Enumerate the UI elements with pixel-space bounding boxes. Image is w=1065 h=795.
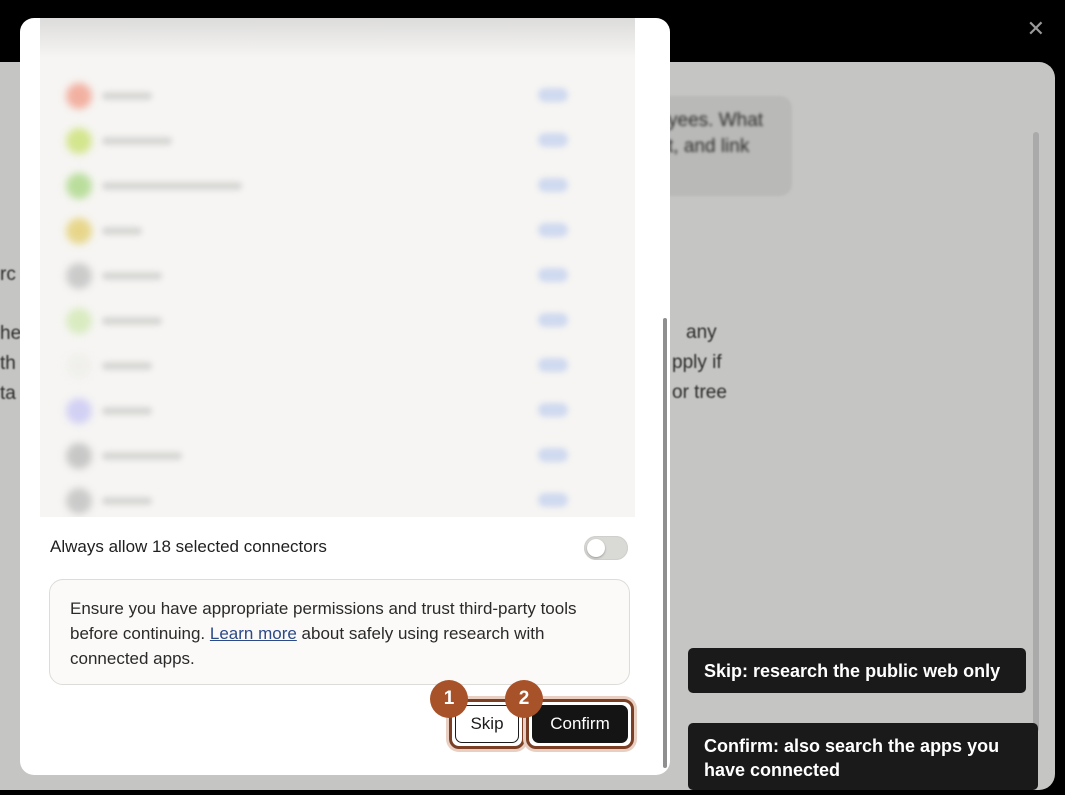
connector-name	[102, 272, 162, 280]
connector-row[interactable]	[40, 343, 635, 387]
connector-icon	[66, 308, 92, 334]
connector-row[interactable]	[40, 433, 635, 477]
connector-status-badge	[538, 223, 568, 237]
connector-status-badge	[538, 178, 568, 192]
dialog-scrollbar[interactable]	[663, 318, 667, 768]
step-badge-skip: 1	[430, 680, 468, 718]
background-text: rc	[0, 264, 16, 285]
connector-name	[102, 92, 152, 100]
connector-name	[102, 497, 152, 505]
connector-status-badge	[538, 88, 568, 102]
connector-name	[102, 317, 162, 325]
connector-status-badge	[538, 313, 568, 327]
confirm-button[interactable]: Confirm	[532, 705, 628, 743]
background-text: pply if	[672, 352, 722, 373]
background-scrollbar	[1033, 132, 1039, 732]
background-text: he	[0, 323, 22, 344]
connector-icon	[66, 398, 92, 424]
connector-row[interactable]	[40, 208, 635, 252]
connector-name	[102, 452, 182, 460]
connector-icon	[66, 263, 92, 289]
list-scroll-shade	[40, 18, 635, 58]
background-text: any	[686, 322, 717, 343]
background-text: th	[0, 353, 16, 374]
connector-status-badge	[538, 448, 568, 462]
connector-permission-dialog: Always allow 18 selected connectors Ensu…	[20, 18, 670, 775]
background-text: ta	[0, 383, 16, 404]
connector-name	[102, 137, 172, 145]
learn-more-link[interactable]: Learn more	[210, 624, 297, 643]
background-text: or tree	[672, 382, 727, 403]
toggle-knob	[587, 539, 605, 557]
connector-status-badge	[538, 358, 568, 372]
connector-status-badge	[538, 268, 568, 282]
connector-icon	[66, 128, 92, 154]
connector-status-badge	[538, 133, 568, 147]
connector-row[interactable]	[40, 73, 635, 117]
bubble-line: yees. What	[668, 110, 764, 131]
connector-name	[102, 227, 142, 235]
connector-status-badge	[538, 493, 568, 507]
bubble-line: t, and link	[668, 136, 750, 157]
connector-icon	[66, 218, 92, 244]
confirm-tooltip: Confirm: also search the apps you have c…	[688, 723, 1038, 790]
always-allow-toggle[interactable]	[584, 536, 628, 560]
connector-status-badge	[538, 403, 568, 417]
connector-icon	[66, 173, 92, 199]
connector-row[interactable]	[40, 253, 635, 297]
connector-row[interactable]	[40, 298, 635, 342]
connector-list	[40, 18, 635, 517]
connector-name	[102, 362, 152, 370]
connector-icon	[66, 443, 92, 469]
step-badge-confirm: 2	[505, 680, 543, 718]
connector-row[interactable]	[40, 163, 635, 207]
skip-tooltip: Skip: research the public web only	[688, 648, 1026, 693]
connector-name	[102, 407, 152, 415]
always-allow-label: Always allow 18 selected connectors	[50, 537, 327, 556]
connector-row[interactable]	[40, 388, 635, 432]
close-icon[interactable]: ✕	[1027, 16, 1045, 42]
permission-notice: Ensure you have appropriate permissions …	[49, 579, 630, 685]
connector-row[interactable]	[40, 478, 635, 517]
connector-row[interactable]	[40, 118, 635, 162]
connector-name	[102, 182, 242, 190]
connector-icon	[66, 353, 92, 379]
connector-icon	[66, 488, 92, 514]
connector-icon	[66, 83, 92, 109]
